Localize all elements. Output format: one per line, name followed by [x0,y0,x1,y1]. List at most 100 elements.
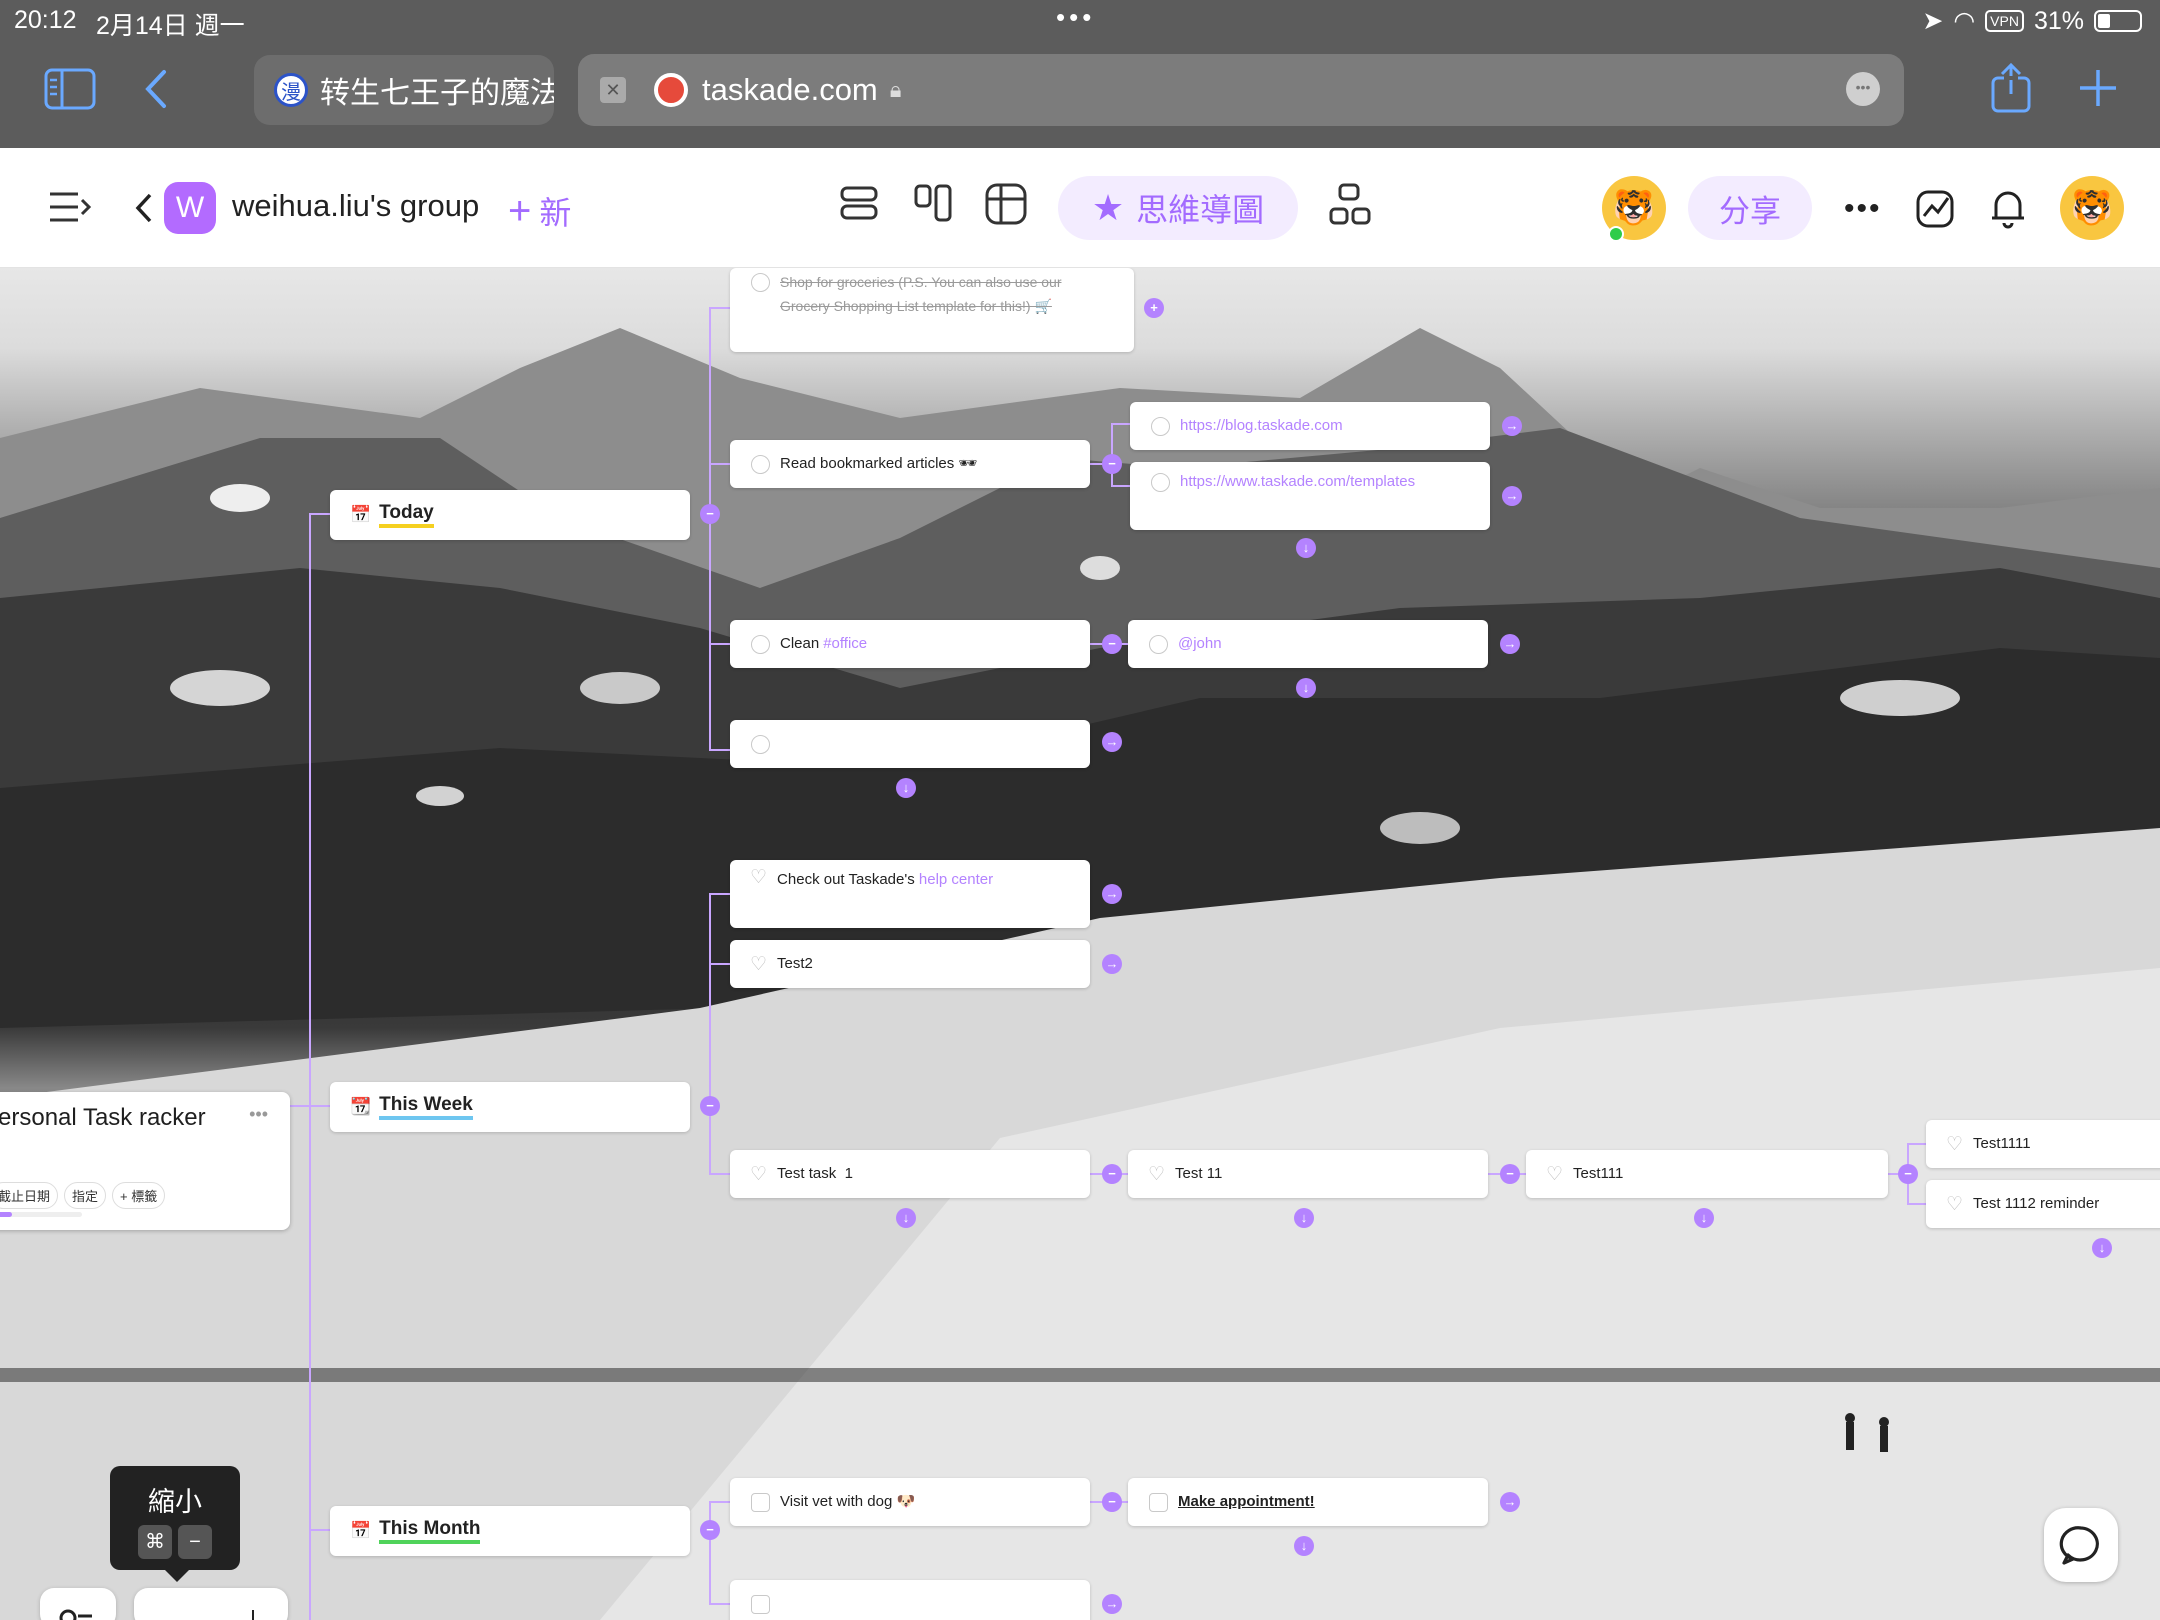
mention-text[interactable]: @john [1178,632,1222,656]
task-node[interactable] [730,720,1090,768]
user-avatar[interactable]: 🐯 [2060,176,2124,240]
task-node[interactable]: ♡ Test111 [1526,1150,1888,1198]
task-node[interactable]: ♡ Test2 [730,940,1090,988]
mindmap-view-button[interactable]: ★ 思維導圖 [1058,176,1298,240]
project-card[interactable]: ersonal Task racker ••• 截止日期 指定 + 標籤 [0,1092,290,1230]
add-below-icon[interactable]: ↓ [1296,538,1316,558]
link-text[interactable]: https://www.taskade.com/templates [1180,470,1420,494]
expand-icon[interactable]: → [1102,954,1122,974]
expand-icon[interactable]: → [1502,416,1522,436]
due-date-chip[interactable]: 截止日期 [0,1182,59,1209]
add-below-icon[interactable]: ↓ [1294,1536,1314,1556]
collapse-icon[interactable]: − [1102,454,1122,474]
checked-circle-icon[interactable] [751,273,770,292]
list-view-icon[interactable] [838,182,882,226]
expand-icon[interactable]: → [1102,884,1122,904]
checkbox-circle-icon[interactable] [751,454,770,474]
heart-icon[interactable]: ♡ [1546,1165,1563,1184]
expand-icon[interactable]: → [1102,732,1122,752]
board-view-icon[interactable] [912,182,956,226]
checkbox-square-icon[interactable] [1149,1492,1168,1512]
task-node[interactable]: ♡ Test task 1 [730,1150,1090,1198]
task-node[interactable]: ♡ Check out Taskade's help center [730,860,1090,928]
expand-icon[interactable]: → [1500,1492,1520,1512]
sidebar-icon[interactable] [44,68,96,117]
more-icon[interactable]: ••• [1846,72,1880,106]
section-this-week[interactable]: 📆 This Week [330,1082,690,1132]
link-node[interactable]: https://blog.taskade.com [1130,402,1490,450]
activity-icon[interactable] [1914,186,1958,230]
checkbox-square-icon[interactable] [751,1492,770,1512]
heart-icon[interactable]: ♡ [1148,1165,1165,1184]
collapse-icon[interactable]: − [700,504,720,524]
share-button[interactable]: 分享 [1688,176,1812,240]
collapse-icon[interactable]: − [700,1096,720,1116]
heart-icon[interactable]: ♡ [750,1165,767,1184]
plus-icon[interactable] [2078,68,2118,115]
ellipsis-icon[interactable]: ••• [249,1104,268,1125]
tag-chip[interactable]: + 標籤 [112,1182,166,1209]
multitask-dots[interactable]: ••• [1056,2,1095,33]
chat-button[interactable] [2044,1508,2118,1582]
assign-chip[interactable]: 指定 [64,1182,107,1209]
collapse-icon[interactable]: − [1898,1164,1918,1184]
share-icon[interactable] [1990,62,2032,121]
expand-icon[interactable]: → [1102,1594,1122,1614]
section-this-month[interactable]: 📅 This Month [330,1506,690,1556]
org-chart-view-icon[interactable] [1328,182,1372,226]
expand-icon[interactable]: → [1502,486,1522,506]
heart-icon[interactable]: ♡ [1946,1195,1963,1214]
task-tag[interactable]: #office [823,632,867,656]
zoom-in-icon[interactable] [252,1610,254,1620]
mention-node[interactable]: @john [1128,620,1488,668]
checkbox-circle-icon[interactable] [751,634,770,654]
collapse-icon[interactable]: − [700,1520,720,1540]
add-below-icon[interactable]: ↓ [896,778,916,798]
address-bar[interactable]: ✕ taskade.com 🔒︎ ••• [578,54,1904,126]
checkbox-square-icon[interactable] [751,1594,770,1614]
task-node[interactable]: Clean #office [730,620,1090,668]
add-below-icon[interactable]: ↓ [1294,1208,1314,1228]
checkbox-circle-icon[interactable] [1151,416,1170,436]
more-options-icon[interactable]: ••• [1844,192,1882,226]
new-button[interactable]: + 新 [508,188,571,234]
collapse-icon[interactable]: − [1102,1164,1122,1184]
workspace-name[interactable]: weihua.liu's group [232,188,479,224]
expand-icon[interactable]: → [1500,634,1520,654]
section-today[interactable]: 📅 Today [330,490,690,540]
checkbox-circle-icon[interactable] [1149,634,1168,654]
add-below-icon[interactable]: ↓ [2092,1238,2112,1258]
heart-icon[interactable]: ♡ [1946,1135,1963,1154]
mindmap-canvas[interactable]: ersonal Task racker ••• 截止日期 指定 + 標籤 📅 T… [0,268,2160,1620]
bell-icon[interactable] [1988,186,2028,230]
task-node[interactable]: Visit vet with dog 🐶 [730,1478,1090,1526]
collapse-icon[interactable]: − [1500,1164,1520,1184]
add-below-icon[interactable]: ↓ [896,1208,916,1228]
chevron-left-icon[interactable] [134,192,154,224]
add-below-icon[interactable]: ↓ [1694,1208,1714,1228]
heart-icon[interactable]: ♡ [750,955,767,974]
table-view-icon[interactable] [984,182,1028,226]
task-node[interactable]: Read bookmarked articles 🕶 [730,440,1090,488]
close-tab-icon[interactable]: ✕ [600,77,626,103]
task-node[interactable]: Make appointment! [1128,1478,1488,1526]
browser-tab[interactable]: 漫 转生七王子的魔法 [254,55,554,125]
menu-icon[interactable] [48,190,92,224]
collapse-icon[interactable]: − [1102,634,1122,654]
collapse-icon[interactable]: − [1102,1492,1122,1512]
back-icon[interactable] [140,66,170,119]
zoom-controls[interactable] [134,1588,288,1620]
workspace-avatar[interactable]: W [164,182,216,234]
add-child-icon[interactable]: + [1144,298,1164,318]
task-node[interactable]: Shop for groceries (P.S. You can also us… [730,268,1134,352]
checkbox-circle-icon[interactable] [751,734,770,754]
task-node[interactable]: ♡ Test 1112 reminder [1926,1180,2160,1228]
link-text[interactable]: https://blog.taskade.com [1180,414,1343,438]
link-node[interactable]: https://www.taskade.com/templates [1130,462,1490,530]
add-below-icon[interactable]: ↓ [1296,678,1316,698]
checkbox-circle-icon[interactable] [1151,473,1170,492]
task-node[interactable] [730,1580,1090,1620]
heart-icon[interactable]: ♡ [750,868,767,887]
task-node[interactable]: ♡ Test 11 [1128,1150,1488,1198]
help-center-link[interactable]: help center [919,871,993,888]
